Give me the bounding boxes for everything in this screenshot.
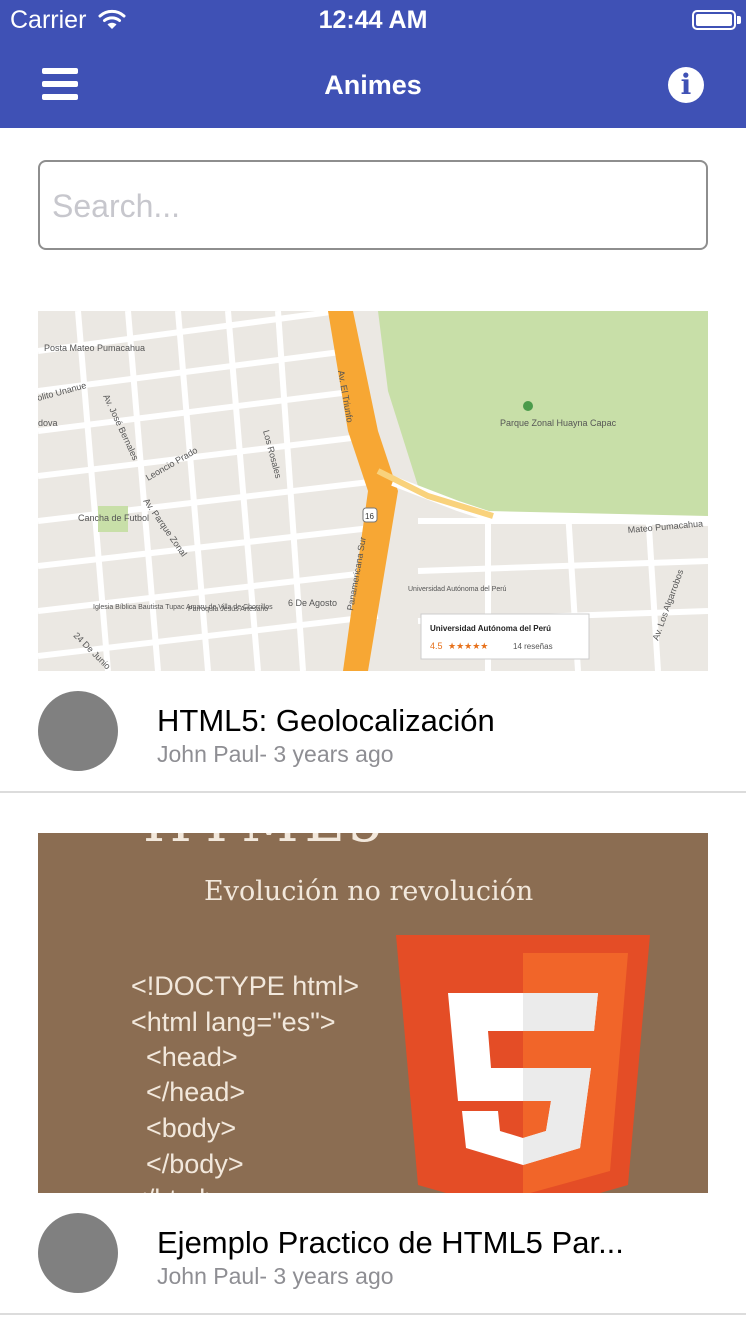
code-line: </head> xyxy=(131,1077,245,1107)
post-meta: John Paul- 3 years ago xyxy=(157,1263,394,1290)
battery-icon xyxy=(692,10,736,30)
divider xyxy=(0,1313,746,1315)
review-count: 14 reseñas xyxy=(513,642,553,651)
post-thumbnail-book-cover[interactable]: HTML5 Evolución no revolución <!DOCTYPE … xyxy=(38,833,708,1193)
avatar xyxy=(38,1213,118,1293)
cover-heading: HTML5 xyxy=(143,833,389,855)
search-box xyxy=(38,160,708,250)
street-label: 6 De Agosto xyxy=(288,598,337,608)
page-title: Animes xyxy=(324,70,422,100)
nav-bar: Animes i xyxy=(0,40,746,128)
place-rating: 4.5 xyxy=(430,641,443,651)
park-area xyxy=(378,311,708,519)
map-label: Posta Mateo Pumacahua xyxy=(44,343,145,353)
html5-logo-icon xyxy=(396,935,650,1193)
place-name: Universidad Autónoma del Perú xyxy=(430,624,551,633)
route-number: 16 xyxy=(365,512,374,521)
post-time: - 3 years ago xyxy=(259,1263,394,1289)
post-title: HTML5: Geolocalización xyxy=(157,703,495,738)
map-label: dova xyxy=(38,418,58,428)
rating-stars-icon: ★★★★★ xyxy=(448,641,488,651)
map-label: Parroquia Jesús Artesano xyxy=(188,606,268,613)
post-author: John Paul xyxy=(157,741,260,767)
search-input[interactable] xyxy=(50,162,694,250)
code-line: <body> xyxy=(131,1113,236,1143)
code-line: </body> xyxy=(131,1149,244,1179)
cover-subtitle: Evolución no revolución xyxy=(204,876,533,907)
code-line: <html lang="es"> xyxy=(131,1007,336,1037)
status-bar: Carrier 12:44 AM xyxy=(0,0,746,40)
post-meta: John Paul- 3 years ago xyxy=(157,741,394,768)
map-image: Parque Zonal Huayna Capac Posta Mateo Pu… xyxy=(38,311,708,671)
post-thumbnail-map[interactable]: Parque Zonal Huayna Capac Posta Mateo Pu… xyxy=(38,311,708,671)
info-button[interactable]: i xyxy=(668,67,704,103)
map-label: Cancha de Futbol xyxy=(78,513,149,523)
code-line: </html> xyxy=(131,1184,221,1193)
post-time: - 3 years ago xyxy=(259,741,394,767)
info-icon: i xyxy=(680,68,692,101)
book-cover-image: HTML5 Evolución no revolución <!DOCTYPE … xyxy=(38,833,708,1193)
post-title: Ejemplo Practico de HTML5 Par... xyxy=(157,1225,624,1260)
park-pin-icon xyxy=(523,401,533,411)
avatar xyxy=(38,691,118,771)
place-info-card: Universidad Autónoma del Perú 4.5 ★★★★★ … xyxy=(420,613,590,660)
map-label: Universidad Autónoma del Perú xyxy=(408,586,507,593)
clock: 12:44 AM xyxy=(318,6,428,34)
map-label: Parque Zonal Huayna Capac xyxy=(500,418,617,428)
code-line: <head> xyxy=(131,1042,238,1072)
battery-tip xyxy=(737,16,741,24)
post-author: John Paul xyxy=(157,1263,260,1289)
divider xyxy=(0,791,746,793)
code-line: <!DOCTYPE html> xyxy=(131,971,359,1001)
